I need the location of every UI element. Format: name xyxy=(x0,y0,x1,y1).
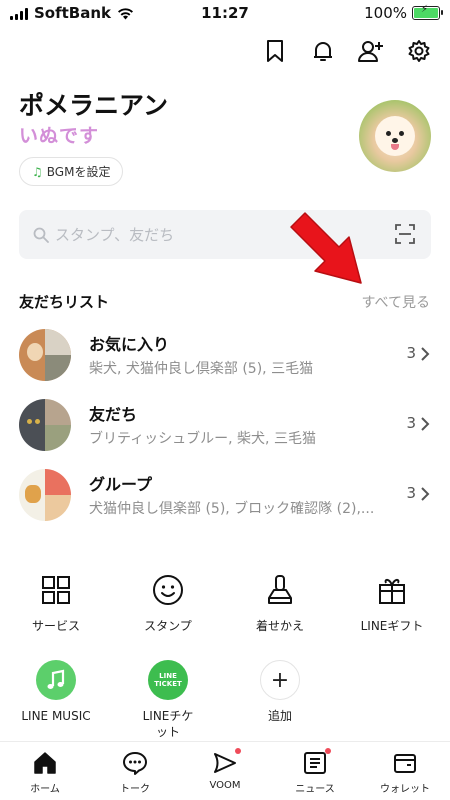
friends-thumbnail xyxy=(19,399,71,451)
chevron-right-icon xyxy=(421,417,430,431)
bookmark-icon[interactable] xyxy=(262,38,288,64)
list-item-members: 柴犬, 犬猫仲良し倶楽部 (5), 三毛猫 xyxy=(89,361,314,377)
service-label: 追加 xyxy=(267,709,292,723)
service-label: 着せかえ xyxy=(255,619,304,633)
nav-label: ウォレット xyxy=(380,784,430,795)
grid-icon xyxy=(36,570,76,610)
ticket-badge-line2: TICKET xyxy=(154,680,182,688)
wallet-icon xyxy=(392,750,418,776)
nav-label: ニュース xyxy=(295,784,335,795)
top-toolbar xyxy=(262,38,432,64)
music-icon xyxy=(36,660,76,700)
chevron-right-icon xyxy=(421,347,430,361)
list-item-members: 犬猫仲良し倶楽部 (5), ブロック確認隊 (2),... xyxy=(89,501,375,517)
battery-percent: 100% xyxy=(364,4,407,22)
music-app-icon xyxy=(36,660,76,700)
ticket-app-icon: LINE TICKET xyxy=(148,660,188,700)
list-item-name: 友だち xyxy=(89,405,138,424)
tab-wallet[interactable]: ウォレット xyxy=(360,742,450,800)
bell-icon[interactable] xyxy=(310,38,336,64)
add-app-icon: + xyxy=(260,660,300,700)
service-themes[interactable]: 着せかえ xyxy=(224,570,336,634)
list-item-count: 3 xyxy=(406,344,416,362)
red-arrow-annotation xyxy=(290,212,362,284)
status-message[interactable]: いぬです xyxy=(19,121,99,148)
brush-icon xyxy=(260,570,300,610)
service-add[interactable]: + 追加 xyxy=(224,660,336,724)
gift-icon xyxy=(372,570,412,610)
list-item-members: ブリティッシュブルー, 柴犬, 三毛猫 xyxy=(89,431,316,447)
tab-home[interactable]: ホーム xyxy=(0,742,90,800)
list-item-name: お気に入り xyxy=(89,335,170,354)
service-label: スタンプ xyxy=(144,619,192,633)
status-right: 100% xyxy=(364,4,443,22)
voom-icon xyxy=(212,748,241,776)
add-friend-icon[interactable] xyxy=(358,38,384,64)
profile-name[interactable]: ポメラニアン xyxy=(19,86,168,122)
notification-dot xyxy=(235,748,241,754)
service-line-music[interactable]: LINE MUSIC xyxy=(0,660,112,724)
list-item-friends[interactable]: 友だち ブリティッシュブルー, 柴犬, 三毛猫 3 xyxy=(0,390,450,460)
service-label: LINEギフト xyxy=(360,619,424,633)
music-note-icon: ♫ xyxy=(32,164,43,179)
service-line-ticket[interactable]: LINE TICKET LINEチケット xyxy=(112,660,224,740)
tab-voom[interactable]: VOOM xyxy=(180,742,270,800)
see-all-link[interactable]: すべて見る xyxy=(362,292,430,312)
tab-news[interactable]: ニュース xyxy=(270,742,360,800)
nav-label: トーク xyxy=(120,784,150,795)
tab-talk[interactable]: トーク xyxy=(90,742,180,800)
friends-list-title: 友だちリスト xyxy=(19,293,110,311)
plus-icon: + xyxy=(260,660,300,700)
nav-label: ホーム xyxy=(30,784,60,795)
nav-label: VOOM xyxy=(209,780,241,791)
favorites-thumbnail xyxy=(19,329,71,381)
list-item-count: 3 xyxy=(406,484,416,502)
bgm-button[interactable]: ♫ BGMを設定 xyxy=(19,157,124,186)
service-label: LINE MUSIC xyxy=(21,709,91,723)
service-gift[interactable]: LINEギフト xyxy=(336,570,448,634)
list-item-count: 3 xyxy=(406,414,416,432)
search-icon xyxy=(33,227,49,243)
service-label: サービス xyxy=(31,619,80,633)
service-stickers[interactable]: スタンプ xyxy=(112,570,224,634)
notification-dot xyxy=(325,748,331,754)
bgm-label: BGMを設定 xyxy=(46,165,111,179)
status-bar: SoftBank 11:27 100% xyxy=(0,0,450,26)
ticket-badge-line1: LINE xyxy=(159,672,177,680)
ticket-icon: LINE TICKET xyxy=(148,660,188,700)
list-item-favorites[interactable]: お気に入り 柴犬, 犬猫仲良し倶楽部 (5), 三毛猫 3 xyxy=(0,320,450,390)
smiley-icon xyxy=(148,570,188,610)
qr-scan-icon[interactable] xyxy=(395,224,415,244)
chevron-right-icon xyxy=(421,487,430,501)
battery-icon xyxy=(412,4,443,20)
groups-thumbnail xyxy=(19,469,71,521)
service-label: LINEチケット xyxy=(142,709,194,739)
home-icon xyxy=(32,750,58,776)
bottom-nav: ホーム トーク VOOM ニュース ウォレット xyxy=(0,741,450,800)
list-item-groups[interactable]: グループ 犬猫仲良し倶楽部 (5), ブロック確認隊 (2),... 3 xyxy=(0,460,450,530)
talk-icon xyxy=(122,750,148,776)
news-icon xyxy=(302,748,331,776)
avatar[interactable] xyxy=(359,100,431,172)
list-item-name: グループ xyxy=(89,475,153,494)
settings-icon[interactable] xyxy=(406,38,432,64)
service-services[interactable]: サービス xyxy=(0,570,112,634)
